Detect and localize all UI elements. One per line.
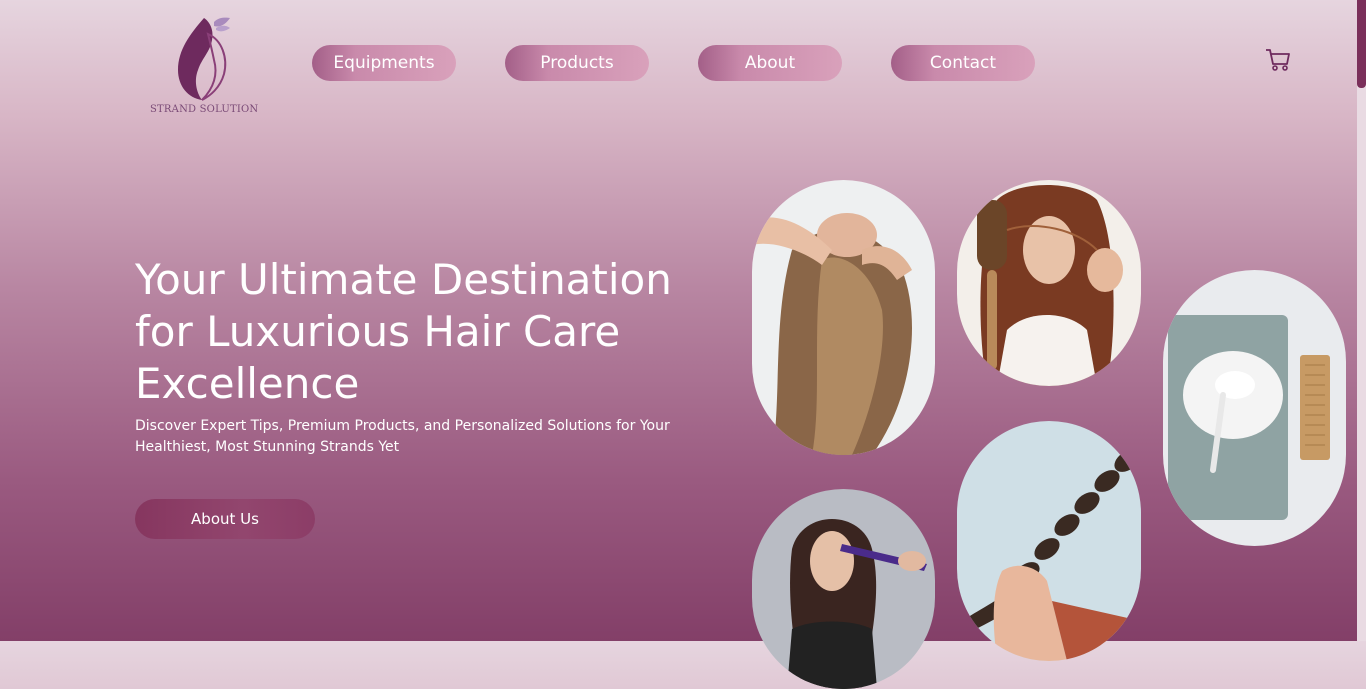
about-us-button[interactable]: About Us [135,499,315,539]
woman-profile-leaf-icon [178,17,230,101]
nav-equipments[interactable]: Equipments [312,45,456,81]
towel-cream-comb-photo [1163,270,1346,546]
scrollbar-thumb[interactable] [1357,0,1366,88]
hand-holding-braid-photo [957,421,1141,661]
woman-brush-hair-loss-photo [957,180,1141,386]
woman-hair-flowing-photo [752,180,935,455]
brand-name: STRAND SOLUTION [150,104,259,115]
scrollbar-track[interactable] [1357,0,1366,641]
brand-logo[interactable]: STRAND SOLUTION [150,14,259,120]
woman-straightener-photo [752,489,935,689]
hero-title: Your Ultimate Destination for Luxurious … [135,255,672,408]
nav-contact[interactable]: Contact [891,45,1035,81]
shopping-cart-icon [1266,49,1290,71]
cart-button[interactable] [1264,46,1292,74]
nav-products[interactable]: Products [505,45,649,81]
nav-about[interactable]: About [698,45,842,81]
hero-subtitle: Discover Expert Tips, Premium Products, … [135,418,670,455]
